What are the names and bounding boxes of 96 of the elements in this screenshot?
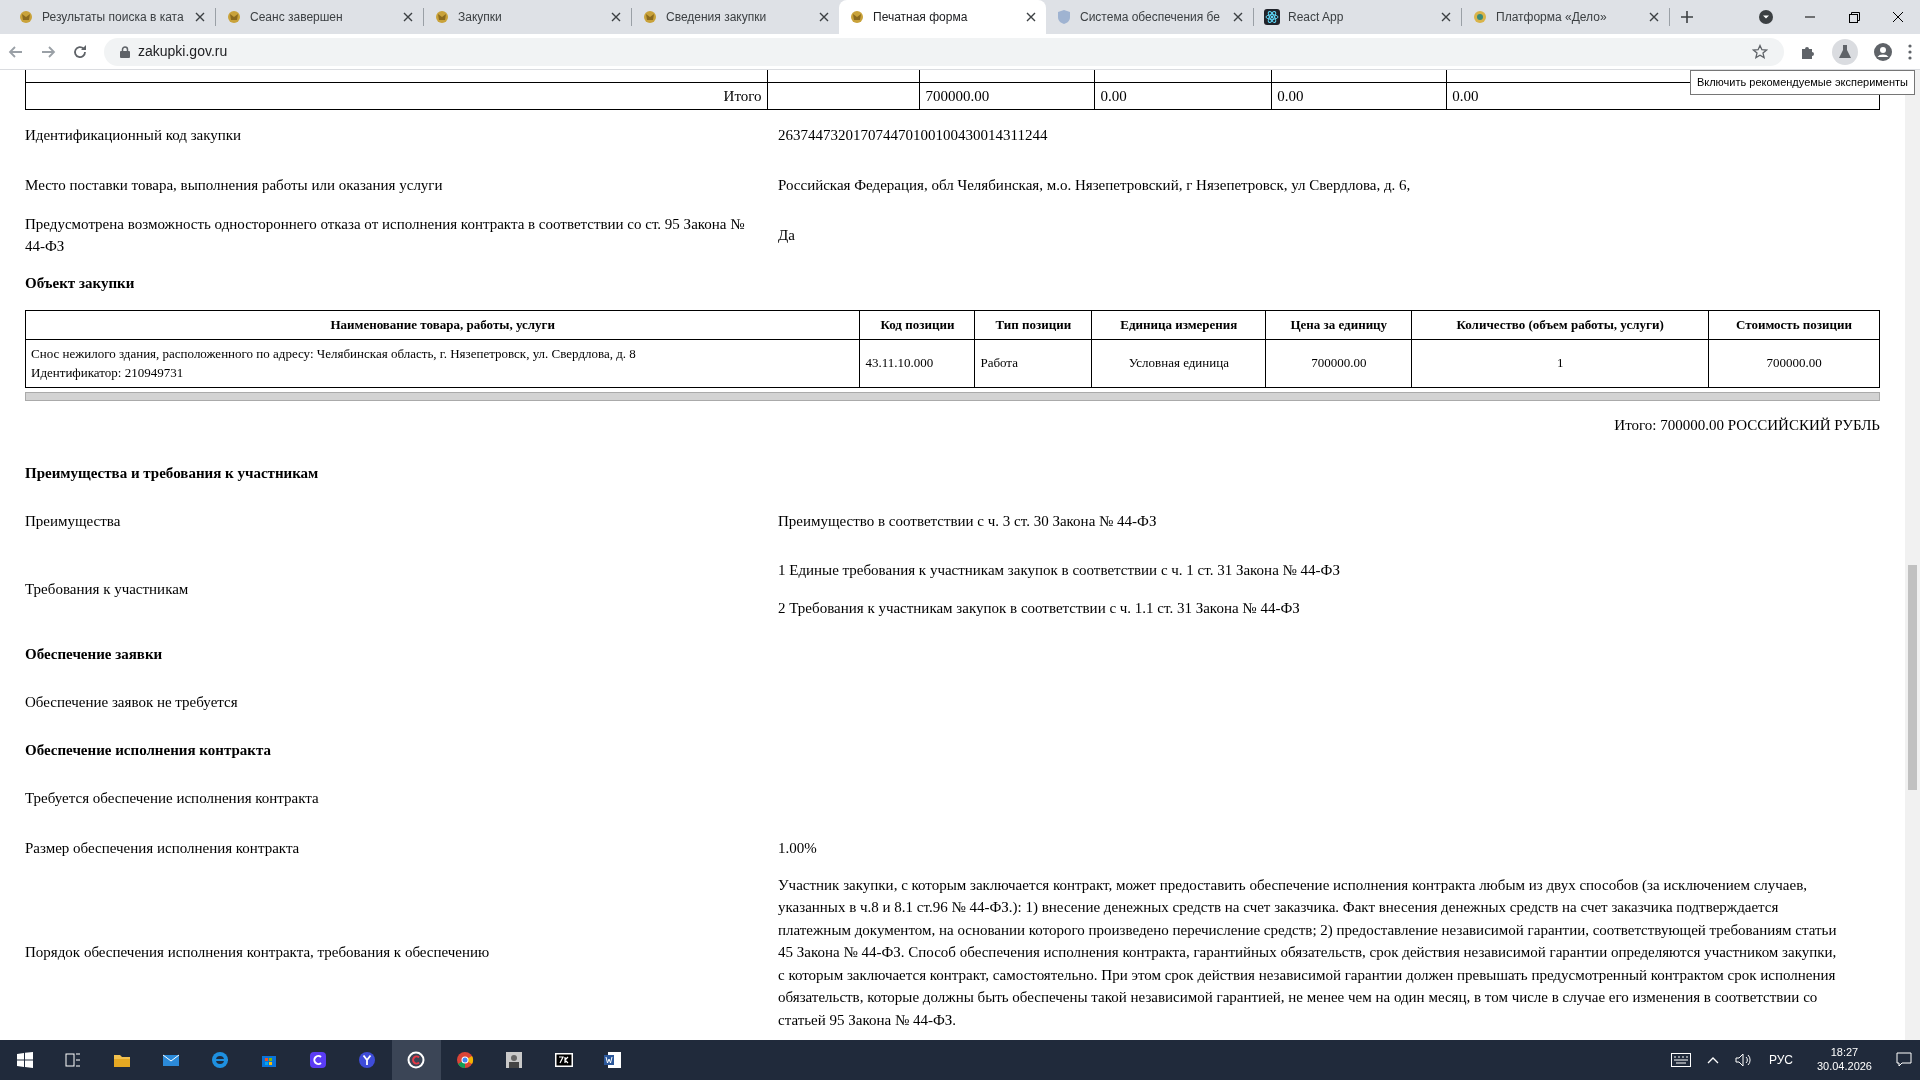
taskbar-app[interactable]: [392, 1040, 441, 1080]
browser-tab[interactable]: Закупки: [424, 0, 631, 34]
section-heading: Обеспечение исполнения контракта: [25, 741, 271, 761]
field-value: 1.00%: [778, 839, 818, 859]
clock[interactable]: 18:27 30.04.2026: [1808, 1046, 1880, 1074]
close-icon[interactable]: [403, 12, 413, 22]
address-bar[interactable]: zakupki.gov.ru: [104, 37, 1784, 66]
table-cell: 0.00: [1094, 82, 1272, 110]
emblem-icon: [434, 9, 450, 25]
browser-tab[interactable]: Сведения закупки: [632, 0, 839, 34]
browser-tab[interactable]: Сеанс завершен: [216, 0, 423, 34]
field-value: 2 Требования к участникам закупок в соответствии с ч. 1.1 ст. 31 Закона № 44-ФЗ: [778, 599, 1301, 618]
table-cell-text: Снос нежилого здания, расположенного по адресу: Челябинская область, г. Нязепетровск, ул. Свердлова, д. 8: [31, 344, 637, 363]
table-cell: Условная единица: [1091, 339, 1266, 387]
emblem-icon: [18, 9, 34, 25]
profile-icon[interactable]: [1874, 42, 1892, 61]
ring-icon: [406, 1051, 427, 1069]
emblem-icon: [642, 9, 658, 25]
browser-tab[interactable]: Печатная форма: [839, 0, 1046, 34]
table-cell: Работа: [974, 339, 1092, 387]
field-label: Место поставки товара, выполнения работы или оказания услуги: [25, 175, 444, 195]
field-value: Да: [778, 225, 796, 245]
column-header: Наименование товара, работы, услуги: [25, 310, 860, 339]
column-header: Код позиции: [859, 310, 975, 339]
c-letter-icon: [308, 1051, 329, 1069]
y-letter-icon: [357, 1051, 378, 1069]
field-value: Участник закупки, с которым заключается контракт, может предоставить обеспечение исполнения контракта любым из двух способов (за исключением случаев, указанных в ч.8 и 8.1 ст.96 № 44-ФЗ.): 1) внесение денежных средств на счет заказчика. Факт внесения денежных средств на счет заказчика подтверждается платежным документом, на основании которого произведено перечисление средств; 2) предоставление независимой гарантии, соответствующей требованиям статьи 45 Закона № 44-ФЗ. Способ обеспечения исполнения контракта, гарантийных обязательств, срок действия независимой гарантии определяются участником закупки, с которым заключается контракт, самостоятельно. При этом срок действия независимой гарантии должен превышать предусмотренный контрактом срок исполнения обязательств, которые должны быть обеспечены такой независимой гарантией, не менее чем на один месяц, в том числе в случае его изменения в соответствии со статьей 95 Закона № 44-ФЗ.: [778, 875, 1838, 1030]
field-label: Предусмотрена возможность одностороннего отказа от исполнения контракта в соответствии со ст. 95 Закона № 44-ФЗ: [25, 214, 746, 256]
field-label: Идентификационный код закупки: [25, 125, 243, 145]
field-value: Преимущество в соответствии с ч. 3 ст. 30 Закона № 44-ФЗ: [778, 512, 1158, 532]
atom-icon: [1264, 9, 1280, 25]
field-value: 1 Единые требования к участникам закупок в соответствии с ч. 1 ст. 31 Закона № 44-ФЗ: [778, 560, 1341, 580]
url-text: zakupki.gov.ru: [138, 42, 229, 61]
section-heading: Преимущества и требования к участникам: [25, 464, 319, 484]
lock-icon: [120, 45, 130, 58]
table-cell: 1: [1411, 339, 1709, 387]
new-tab-icon[interactable]: [1680, 10, 1694, 24]
browser-tab[interactable]: React App: [1254, 0, 1461, 34]
horizontal-scrollbar[interactable]: [25, 391, 1880, 401]
table-cell: 700000.00: [919, 82, 1095, 110]
column-header: Цена за единицу: [1265, 310, 1412, 339]
field-value: 263744732017074470100100430014311244: [778, 125, 1049, 145]
star-icon[interactable]: [1752, 43, 1768, 60]
speaker-icon[interactable]: [1734, 1053, 1753, 1067]
column-header: Стоимость позиции: [1708, 310, 1880, 339]
field-label: Требования к участникам: [25, 579, 190, 599]
date-text: 30.04.2026: [1816, 1060, 1872, 1074]
table-cell: Итого: [25, 82, 768, 110]
close-icon[interactable]: [1441, 12, 1451, 22]
field-value: Российская Федерация, обл Челябинская, м.о. Нязепетровский, г Нязепетровск, ул Свердлова, д. 6,: [778, 175, 1412, 195]
tooltip: Включить рекомендуемые эксперименты: [1689, 70, 1915, 95]
close-icon[interactable]: [611, 12, 621, 22]
browser-tab[interactable]: Результаты поиска в ката: [8, 0, 215, 34]
scrollbar[interactable]: [1905, 70, 1920, 1040]
close-icon[interactable]: [819, 12, 829, 22]
emblem-icon: [1472, 9, 1488, 25]
section-note: Требуется обеспечение исполнения контракта: [25, 789, 319, 809]
table-cell: 700000.00: [1708, 339, 1880, 387]
notification-icon[interactable]: [1896, 1052, 1912, 1068]
field-label: Размер обеспечения исполнения контракта: [25, 839, 301, 859]
section-heading: Объект закупки: [25, 273, 135, 293]
column-header: Единица измерения: [1091, 310, 1266, 339]
table-cell: 43.11.10.000: [859, 339, 975, 387]
document-icon: [602, 1051, 623, 1069]
table-cell-text: Идентификатор: 210949731: [31, 364, 185, 382]
back-icon[interactable]: [8, 43, 24, 60]
windows-logo-icon[interactable]: [16, 1052, 33, 1068]
total-text: Итого: 700000.00 РОССИЙСКИЙ РУБЛЬ: [1614, 416, 1880, 436]
scrollbar-thumb[interactable]: [1908, 565, 1917, 790]
close-icon[interactable]: [195, 12, 205, 22]
column-header: Тип позиции: [974, 310, 1092, 339]
table-cell: 0.00: [1271, 82, 1447, 110]
section-note: Обеспечение заявок не требуется: [25, 693, 238, 713]
browser-tab[interactable]: Система обеспечения бе: [1046, 0, 1253, 34]
picture-icon: [504, 1051, 525, 1069]
forward-icon[interactable]: [40, 43, 56, 60]
chrome-icon: [455, 1051, 476, 1069]
table-cell: 700000.00: [1265, 339, 1412, 387]
menu-icon[interactable]: [1908, 43, 1912, 60]
emblem-icon: [849, 9, 865, 25]
flask-icon[interactable]: [1832, 38, 1858, 65]
chevron-up-icon[interactable]: [1706, 1056, 1719, 1064]
section-heading: Обеспечение заявки: [25, 645, 163, 665]
shield-icon: [1056, 9, 1072, 25]
time-text: 18:27: [1829, 1046, 1860, 1060]
emblem-icon: [226, 9, 242, 25]
close-icon[interactable]: [1026, 12, 1036, 22]
field-label: Преимущества: [25, 512, 122, 532]
field-label: Порядок обеспечения исполнения контракта, требования к обеспечению: [25, 943, 491, 962]
browser-tab[interactable]: Платформа «Дело»: [1462, 0, 1669, 34]
reload-icon[interactable]: [72, 43, 88, 60]
language-indicator[interactable]: РУС: [1768, 1051, 1793, 1069]
column-header: Количество (объем работы, услуги): [1411, 310, 1709, 339]
keyboard-icon[interactable]: [1670, 1053, 1691, 1067]
close-icon[interactable]: [1649, 12, 1659, 22]
close-icon[interactable]: [1233, 12, 1243, 22]
